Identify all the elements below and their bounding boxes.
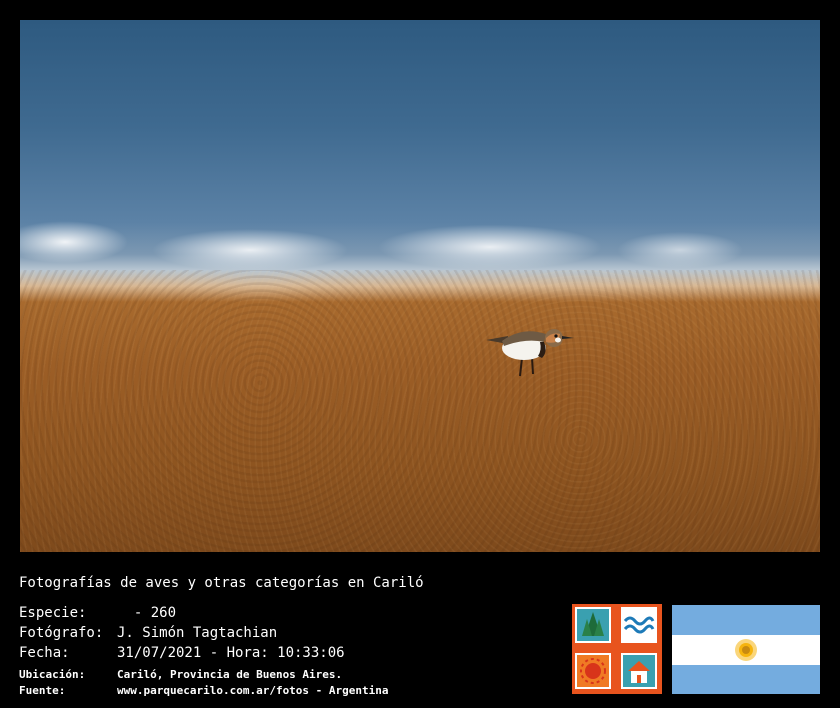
location-row: Ubicación: Cariló, Provincia de Buenos Ai… (19, 668, 342, 681)
source-label: Fuente: (19, 684, 66, 697)
sand (20, 270, 820, 552)
date-row: Fecha: 31/07/2021 - Hora: 10:33:06 (19, 645, 345, 661)
photographer-row: Fotógrafo: J. Simón Tagtachian (19, 625, 277, 641)
location-value: Cariló, Provincia de Buenos Aires. (117, 668, 343, 681)
sun-of-may-icon (735, 639, 757, 661)
ocean-waves (20, 192, 820, 277)
location-label: Ubicación: (19, 668, 86, 681)
source-value: www.parquecarilo.com.ar/fotos - Argentin… (117, 684, 389, 697)
date-value: 31/07/2021 - Hora: 10:33:06 (117, 645, 345, 661)
house-icon (621, 653, 657, 689)
pine-trees-icon (575, 607, 611, 643)
argentina-flag (672, 605, 820, 694)
photographer-value: J. Simón Tagtachian (117, 625, 278, 641)
bird-photo (20, 20, 820, 552)
waves-icon (621, 607, 657, 643)
species-value: - 260 (117, 605, 177, 621)
plover-bird (486, 329, 574, 377)
sun-icon (575, 653, 611, 689)
species-row: Especie: - 260 (19, 605, 176, 621)
caption-title: Fotografías de aves y otras categorías e… (19, 575, 424, 591)
species-label: Especie: (19, 605, 87, 621)
source-row: Fuente: www.parquecarilo.com.ar/fotos - A… (19, 684, 389, 697)
photographer-label: Fotógrafo: (19, 625, 104, 641)
date-label: Fecha: (19, 645, 70, 661)
carilo-logo (572, 604, 662, 694)
